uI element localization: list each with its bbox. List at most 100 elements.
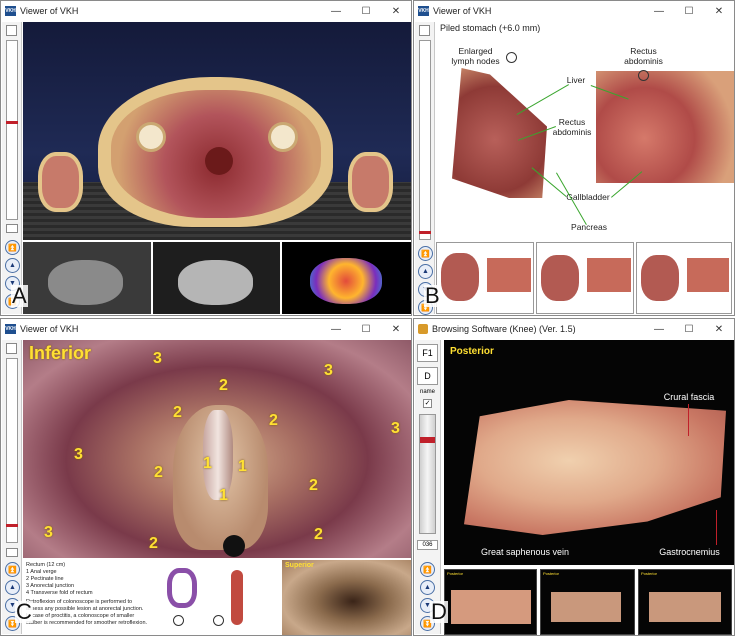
number-label: 3 bbox=[44, 524, 53, 541]
info-title: Rectum (12 cm) bbox=[26, 562, 66, 568]
label-enlarged-lymph-nodes: Enlarged lymph nodes bbox=[451, 46, 500, 66]
slice-field[interactable] bbox=[6, 548, 18, 557]
app-icon: VKH bbox=[5, 324, 16, 334]
slider-thumb[interactable] bbox=[419, 231, 431, 234]
prev-slice-button[interactable]: ▲ bbox=[5, 580, 20, 595]
thumbnail-3[interactable]: Posterior bbox=[638, 569, 732, 635]
slice-slider[interactable] bbox=[419, 414, 436, 534]
thumbnail-3[interactable] bbox=[636, 242, 732, 314]
info-note: Retroflexion of colonoscope is performed… bbox=[26, 599, 148, 626]
minimize-button[interactable]: — bbox=[321, 319, 351, 339]
slice-field[interactable] bbox=[6, 224, 18, 233]
face-icon bbox=[173, 615, 184, 626]
thumbnail-2[interactable]: Posterior bbox=[540, 569, 635, 635]
specimen-view[interactable]: Posterior Crural fascia Great saphenous … bbox=[444, 340, 734, 565]
slice-slider[interactable] bbox=[419, 40, 431, 240]
thumbnail-2[interactable] bbox=[536, 242, 634, 314]
number-label: 1 bbox=[203, 455, 212, 472]
minimize-button[interactable]: — bbox=[644, 319, 674, 339]
maximize-button[interactable]: ☐ bbox=[674, 319, 704, 339]
view-label: Posterior bbox=[450, 346, 494, 357]
window-controls: — ☐ ✕ bbox=[644, 1, 734, 21]
leader-line bbox=[716, 510, 717, 545]
first-slice-button[interactable]: ⏫ bbox=[418, 246, 433, 261]
label-rectus-abdominis-top: Rectus abdominis bbox=[624, 46, 663, 66]
number-label: 2 bbox=[314, 526, 323, 543]
abdomen-section-image bbox=[596, 71, 734, 183]
segmented-thumbnail[interactable] bbox=[282, 242, 411, 314]
number-label: 2 bbox=[309, 477, 318, 494]
window-controls: — ☐ ✕ bbox=[644, 319, 734, 339]
magnifier-icon bbox=[638, 70, 649, 81]
app-icon: VKH bbox=[418, 6, 429, 16]
maximize-button[interactable]: ☐ bbox=[351, 319, 381, 339]
window-controls: — ☐ ✕ bbox=[321, 319, 411, 339]
slider-thumb[interactable] bbox=[6, 524, 18, 527]
number-label: 3 bbox=[391, 420, 400, 437]
close-button[interactable]: ✕ bbox=[704, 1, 734, 21]
viewer-window-b: VKH Viewer of VKH — ☐ ✕ ⏫ ▲ ▼ ⏬ Piled st… bbox=[413, 0, 735, 316]
maximize-button[interactable]: ☐ bbox=[351, 1, 381, 21]
minimize-button[interactable]: — bbox=[644, 1, 674, 21]
label-great-saphenous-vein: Great saphenous vein bbox=[480, 547, 570, 557]
slice-number: 036 bbox=[417, 540, 438, 550]
panel-caption-d: D bbox=[430, 599, 448, 624]
thumbnail-1[interactable] bbox=[436, 242, 534, 314]
label-crural-fascia: Crural fascia bbox=[663, 392, 715, 402]
info-item: 1 Anal verge bbox=[26, 569, 57, 575]
info-item: 3 Anorectal junction bbox=[26, 583, 75, 589]
d-button[interactable]: D bbox=[417, 367, 438, 385]
side-toolbar: ⏫ ▲ ▼ ⏬ bbox=[2, 340, 22, 634]
view-label: Inferior bbox=[29, 343, 92, 363]
f1-button[interactable]: F1 bbox=[417, 344, 438, 362]
close-button[interactable]: ✕ bbox=[704, 319, 734, 339]
app-icon bbox=[418, 324, 428, 334]
minimize-button[interactable]: — bbox=[321, 1, 351, 21]
thumbnail-1[interactable]: Posterior bbox=[444, 569, 537, 635]
endoscopic-view[interactable]: Inferior 3 3 3 3 3 2 2 2 2 2 2 2 1 1 1 bbox=[23, 340, 411, 558]
prev-slice-button[interactable]: ▲ bbox=[420, 580, 435, 595]
thumb-label: Posterior bbox=[641, 571, 658, 576]
number-label: 3 bbox=[74, 446, 83, 463]
panel-caption-b: B bbox=[424, 283, 441, 308]
slice-slider[interactable] bbox=[6, 40, 18, 220]
first-slice-button[interactable]: ⏫ bbox=[5, 240, 20, 255]
checkbox[interactable] bbox=[6, 25, 17, 36]
slice-slider[interactable] bbox=[6, 358, 18, 543]
window-title: Browsing Software (Knee) (Ver. 1.5) bbox=[432, 324, 576, 334]
main-view[interactable]: Piled stomach (+6.0 mm) Enlarged lymph n… bbox=[436, 22, 734, 240]
close-button[interactable]: ✕ bbox=[381, 319, 411, 339]
panel-caption-a: A bbox=[11, 283, 28, 308]
number-label: 2 bbox=[219, 377, 228, 394]
prev-slice-button[interactable]: ▲ bbox=[418, 264, 433, 279]
info-item: 2 Pectinate line bbox=[26, 576, 64, 582]
close-button[interactable]: ✕ bbox=[381, 1, 411, 21]
label-gastrocnemius: Gastrocnemius bbox=[659, 547, 720, 557]
window-title: Viewer of VKH bbox=[20, 6, 79, 16]
number-label: 2 bbox=[269, 412, 278, 429]
number-label: 2 bbox=[173, 404, 182, 421]
colon-diagram[interactable] bbox=[153, 560, 280, 635]
maximize-button[interactable]: ☐ bbox=[674, 1, 704, 21]
viewer-window-c: VKH Viewer of VKH — ☐ ✕ ⏫ ▲ ▼ ⏬ Inferior… bbox=[0, 318, 412, 636]
side-toolbar: F1 D name ✓ 036 ⏫ ▲ ▼ ⏬ bbox=[415, 340, 441, 634]
ct-thumbnail[interactable] bbox=[153, 242, 280, 314]
section-label: Piled stomach (+6.0 mm) bbox=[440, 23, 541, 33]
first-slice-button[interactable]: ⏫ bbox=[5, 562, 20, 577]
slider-thumb[interactable] bbox=[6, 121, 18, 124]
cross-section-image[interactable] bbox=[23, 22, 411, 240]
panel-caption-c: C bbox=[15, 599, 33, 624]
first-slice-button[interactable]: ⏫ bbox=[420, 562, 435, 577]
name-checkbox[interactable]: ✓ bbox=[423, 399, 432, 408]
slider-thumb[interactable] bbox=[420, 437, 435, 443]
thumb-label: Posterior bbox=[543, 571, 560, 576]
prev-slice-button[interactable]: ▲ bbox=[5, 258, 20, 273]
window-controls: — ☐ ✕ bbox=[321, 1, 411, 21]
mri-thumbnail[interactable] bbox=[23, 242, 151, 314]
superior-thumbnail[interactable]: Superior bbox=[282, 560, 411, 635]
name-label: name bbox=[419, 389, 435, 395]
checkbox[interactable] bbox=[6, 343, 17, 354]
number-label: 3 bbox=[324, 362, 333, 379]
checkbox[interactable] bbox=[419, 25, 430, 36]
face-icon bbox=[213, 615, 224, 626]
